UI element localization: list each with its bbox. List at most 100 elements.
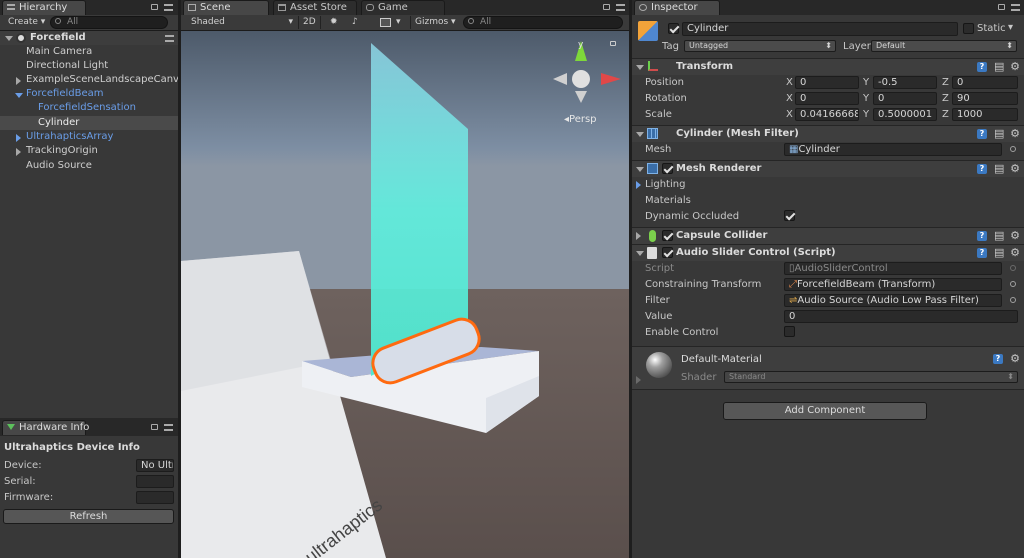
create-button[interactable]: Create ▾: [4, 16, 49, 29]
lock-icon[interactable]: [151, 4, 158, 10]
help-icon[interactable]: ?: [993, 354, 1003, 364]
filter-field[interactable]: ⇌Audio Source (Audio Low Pass Filter): [784, 294, 1002, 307]
rotation-y-field[interactable]: 0: [873, 92, 937, 105]
serial-field[interactable]: [136, 475, 174, 488]
chevron-down-icon[interactable]: [636, 65, 644, 70]
panel-menu-icon[interactable]: [616, 4, 625, 11]
hierarchy-search-input[interactable]: All: [50, 16, 168, 29]
lock-icon[interactable]: [998, 4, 1005, 10]
panel-menu-icon[interactable]: [164, 4, 173, 11]
device-field[interactable]: No Ultr: [136, 459, 174, 472]
firmware-field[interactable]: [136, 491, 174, 504]
settings-icon[interactable]: ▤: [994, 61, 1004, 72]
gear-icon[interactable]: ⚙: [1010, 128, 1020, 139]
panel-menu-icon[interactable]: [1011, 4, 1020, 11]
panel-menu-icon[interactable]: [164, 424, 173, 431]
effects-dropdown-icon[interactable]: ▾: [392, 16, 405, 29]
enable-control-checkbox[interactable]: [784, 326, 795, 337]
chevron-down-icon[interactable]: [636, 251, 644, 256]
hierarchy-item-cylinder[interactable]: Cylinder: [38, 116, 79, 130]
hierarchy-item-audio-source[interactable]: Audio Source: [26, 159, 92, 173]
object-picker-icon[interactable]: [1010, 297, 1016, 303]
value-field[interactable]: 0: [784, 310, 1018, 323]
persp-label[interactable]: ◂Persp: [564, 114, 597, 125]
help-icon[interactable]: ?: [977, 231, 987, 241]
chevron-right-icon[interactable]: [16, 77, 21, 85]
scene-search-input[interactable]: All: [463, 16, 623, 29]
hierarchy-item-example-canvas[interactable]: ExampleSceneLandscapeCanvas: [26, 73, 190, 87]
tab-game[interactable]: Game: [361, 0, 445, 15]
help-icon[interactable]: ?: [977, 164, 987, 174]
static-checkbox[interactable]: [963, 23, 974, 34]
scale-y-field[interactable]: 0.5000001: [873, 108, 937, 121]
refresh-button[interactable]: Refresh: [3, 509, 174, 524]
settings-icon[interactable]: ▤: [994, 128, 1004, 139]
tab-inspector[interactable]: Inspector: [634, 0, 720, 15]
lighting-foldout[interactable]: Lighting: [645, 179, 685, 190]
gear-icon[interactable]: ⚙: [1010, 163, 1020, 174]
materials-foldout[interactable]: Materials: [645, 195, 691, 206]
settings-icon[interactable]: ▤: [994, 230, 1004, 241]
rotation-z-field[interactable]: 90: [952, 92, 1018, 105]
gear-icon[interactable]: ⚙: [1010, 230, 1020, 241]
object-picker-icon[interactable]: [1010, 265, 1016, 271]
lock-icon[interactable]: [610, 41, 616, 46]
gear-icon[interactable]: ⚙: [1010, 61, 1020, 72]
active-checkbox[interactable]: [668, 23, 679, 34]
position-z-field[interactable]: 0: [952, 76, 1018, 89]
scale-x-field[interactable]: 0.04166668: [795, 108, 859, 121]
lock-icon[interactable]: [151, 424, 158, 430]
chevron-down-icon[interactable]: [636, 167, 644, 172]
help-icon[interactable]: ?: [977, 62, 987, 72]
object-picker-icon[interactable]: [1010, 146, 1016, 152]
chevron-right-icon[interactable]: [636, 197, 641, 205]
chevron-right-icon[interactable]: [16, 134, 21, 142]
hierarchy-item-ultrahaptics-array[interactable]: UltrahapticsArray: [26, 130, 113, 144]
scene-header-row[interactable]: [0, 31, 178, 45]
audio-toggle-icon[interactable]: ♪: [348, 16, 362, 29]
chevron-right-icon[interactable]: [636, 376, 641, 384]
tab-hardware-info[interactable]: Hardware Info: [2, 420, 89, 435]
gear-icon[interactable]: ⚙: [1010, 247, 1020, 258]
panel-menu-icon[interactable]: [165, 35, 174, 42]
hierarchy-item-main-camera[interactable]: Main Camera: [26, 45, 92, 59]
settings-icon[interactable]: ▤: [994, 247, 1004, 258]
hierarchy-item-forcefield-sensation[interactable]: ForcefieldSensation: [38, 101, 136, 115]
dynamic-occluded-checkbox[interactable]: [784, 210, 795, 221]
lock-icon[interactable]: [603, 4, 610, 10]
capsule-collider-enabled-checkbox[interactable]: [662, 230, 673, 241]
gizmos-dropdown[interactable]: Gizmos ▾: [410, 16, 460, 29]
help-icon[interactable]: ?: [977, 248, 987, 258]
lighting-toggle-icon[interactable]: ✹: [326, 16, 342, 29]
chevron-right-icon[interactable]: [636, 181, 641, 189]
position-y-field[interactable]: -0.5: [873, 76, 937, 89]
scale-z-field[interactable]: 1000: [952, 108, 1018, 121]
layer-dropdown[interactable]: Default ⬍: [871, 40, 1017, 52]
chevron-down-icon[interactable]: [15, 93, 23, 98]
constraining-field[interactable]: ⤢ForcefieldBeam (Transform): [784, 278, 1002, 291]
audio-slider-enabled-checkbox[interactable]: [662, 247, 673, 258]
rotation-x-field[interactable]: 0: [795, 92, 859, 105]
object-picker-icon[interactable]: [1010, 281, 1016, 287]
object-name-field[interactable]: Cylinder: [682, 22, 958, 36]
position-x-field[interactable]: 0: [795, 76, 859, 89]
2d-toggle[interactable]: 2D: [298, 16, 321, 29]
settings-icon[interactable]: ▤: [994, 163, 1004, 174]
help-icon[interactable]: ?: [977, 129, 987, 139]
hierarchy-item-tracking-origin[interactable]: TrackingOrigin: [26, 144, 98, 158]
hierarchy-item-directional-light[interactable]: Directional Light: [26, 59, 108, 73]
scene-viewport[interactable]: ultrahaptics: [181, 31, 629, 558]
shading-mode-dropdown[interactable]: Shaded ▾: [187, 16, 297, 29]
chevron-right-icon[interactable]: [16, 148, 21, 156]
mesh-field[interactable]: ▦Cylinder: [784, 143, 1002, 156]
image-effects-icon[interactable]: [380, 18, 391, 27]
tag-dropdown[interactable]: Untagged ⬍: [684, 40, 836, 52]
chevron-down-icon[interactable]: [636, 132, 644, 137]
tab-scene[interactable]: Scene: [183, 0, 269, 15]
mesh-renderer-enabled-checkbox[interactable]: [662, 163, 673, 174]
hierarchy-item-forcefield-beam[interactable]: ForcefieldBeam: [26, 87, 104, 101]
static-dropdown-icon[interactable]: ▾: [1008, 22, 1013, 33]
gear-icon[interactable]: ⚙: [1010, 353, 1020, 364]
tab-hierarchy[interactable]: Hierarchy: [2, 0, 86, 15]
tab-asset-store[interactable]: Asset Store: [273, 0, 357, 15]
